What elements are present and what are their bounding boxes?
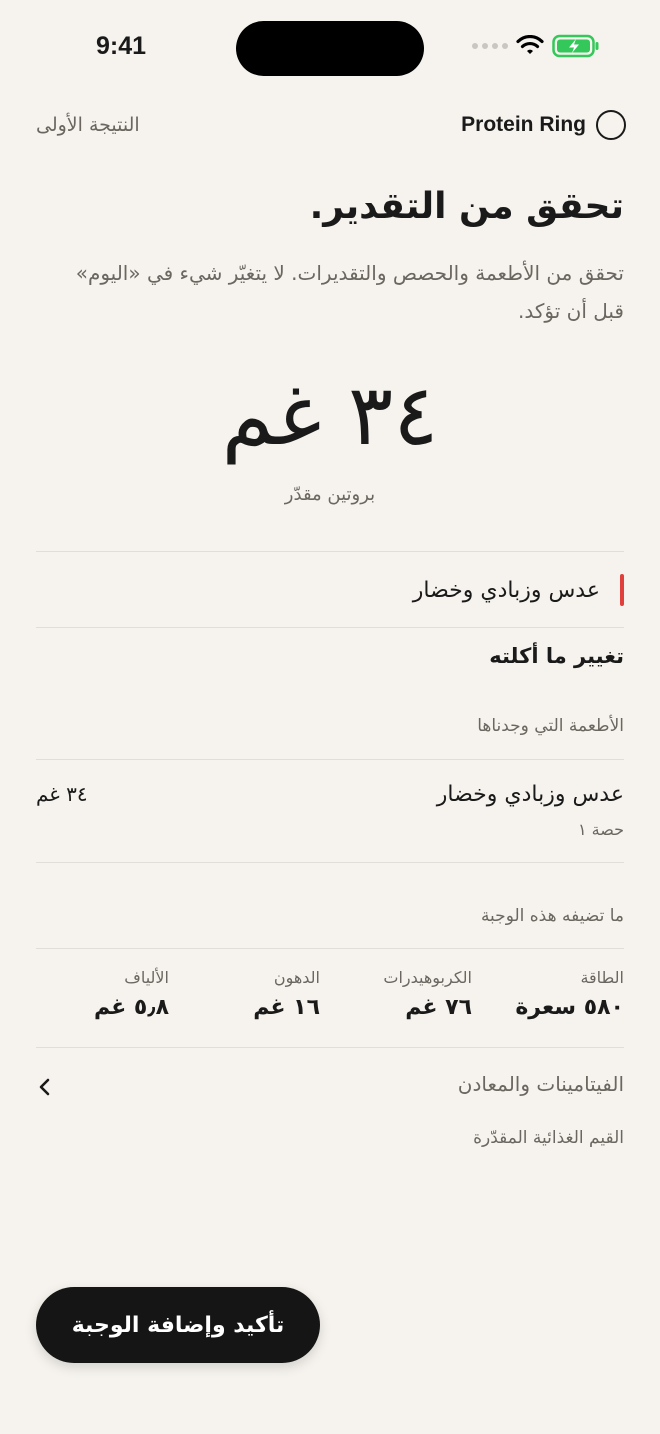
divider — [36, 1047, 624, 1048]
food-name: عدس وزبادي وخضار — [436, 782, 624, 807]
meal-accent-bar — [620, 574, 624, 606]
nutrients-grid: الطاقة ٥٨٠ سعرة الكربوهيدرات ٧٦ غم الدهو… — [36, 968, 624, 1032]
divider — [36, 948, 624, 949]
nutrient-value: ٥٨٠ سعرة — [515, 995, 624, 1020]
divider — [36, 862, 624, 863]
page-title: تحقق من التقدير. — [309, 186, 624, 227]
estimated-values-label: القيم الغذائية المقدّرة — [473, 1128, 624, 1148]
meal-adds-label: ما تضيفه هذه الوجبة — [480, 906, 624, 926]
status-icons — [472, 34, 600, 58]
nutrient-label: الألياف — [124, 968, 169, 987]
nutrient-carbs: الكربوهيدرات ٧٦ غم — [383, 968, 472, 1020]
chevron-left-icon — [39, 1078, 50, 1096]
meal-name: عدس وزبادي وخضار — [412, 577, 600, 603]
food-portion: حصة ١ — [577, 820, 624, 839]
signal-dots-icon — [472, 43, 508, 49]
first-result-label: النتيجة الأولى — [36, 114, 140, 136]
nutrient-value: ٧٦ غم — [405, 995, 472, 1020]
foods-section-label: الأطعمة التي وجدناها — [477, 716, 624, 736]
ring-icon — [596, 110, 626, 140]
confirm-add-meal-button[interactable]: تأكيد وإضافة الوجبة — [36, 1287, 320, 1363]
nutrient-label: الدهون — [273, 968, 320, 987]
nutrient-label: الكربوهيدرات — [383, 968, 472, 987]
food-protein: ٣٤ غم — [36, 782, 88, 806]
nutrient-fiber: الألياف ٥٫٨ غم — [94, 968, 169, 1020]
brand-name: Protein Ring — [461, 113, 586, 136]
divider — [36, 627, 624, 628]
protein-estimate-value: ٣٤ غم — [221, 366, 439, 464]
wifi-icon — [516, 35, 544, 54]
page-subtitle: تحقق من الأطعمة والحصص والتقديرات. لا يت… — [75, 261, 624, 323]
divider — [36, 551, 624, 552]
nutrient-label: الطاقة — [580, 968, 624, 987]
screen: 9:41 Protein Ring النتيجة الأولى تحقق من… — [0, 0, 660, 1434]
status-time: 9:41 — [96, 32, 147, 60]
vitamins-label: الفيتامينات والمعادن — [457, 1072, 624, 1096]
meal-row: عدس وزبادي وخضار — [413, 574, 624, 606]
nutrient-fat: الدهون ١٦ غم — [253, 968, 320, 1020]
nutrient-value: ١٦ غم — [253, 995, 320, 1020]
dynamic-island — [236, 21, 424, 76]
change-meal-button[interactable]: تغيير ما أكلته — [489, 644, 624, 668]
nutrient-value: ٥٫٨ غم — [93, 995, 169, 1020]
protein-estimate-label: بروتين مقدّر — [284, 484, 376, 505]
nutrient-energy: الطاقة ٥٨٠ سعرة — [515, 968, 624, 1020]
brand: Protein Ring — [461, 110, 626, 140]
divider — [36, 759, 624, 760]
battery-icon — [552, 34, 599, 58]
